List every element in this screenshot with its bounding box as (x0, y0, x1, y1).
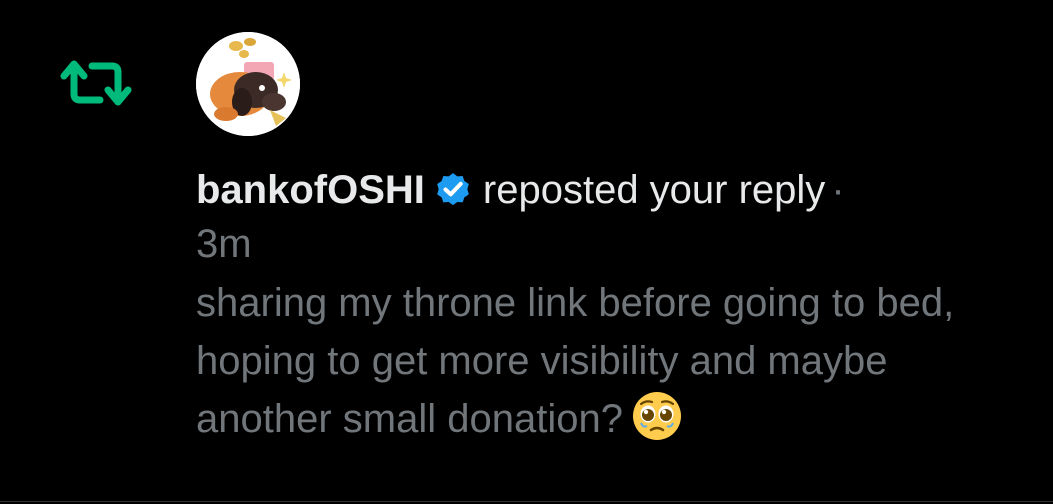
reply-text-body: sharing my throne link before going to b… (196, 281, 955, 441)
divider (0, 501, 1053, 502)
username-link[interactable]: bankofOSHI (196, 168, 425, 212)
avatar[interactable] (196, 32, 300, 136)
notification-action-text: reposted your reply (482, 168, 826, 212)
separator-dot: · (831, 168, 845, 212)
timestamp[interactable]: 3m (196, 218, 1016, 270)
notification-headline: bankofOSHI reposted your reply · (196, 162, 1016, 218)
pleading-face-emoji-icon (631, 390, 683, 442)
repost-notification[interactable]: bankofOSHI reposted your reply · 3m shari… (0, 0, 1053, 504)
verified-badge-icon (433, 169, 473, 209)
avatar-cartoon-dog-icon (196, 32, 300, 136)
repost-icon (60, 58, 132, 108)
reply-text[interactable]: sharing my throne link before going to b… (196, 274, 1016, 448)
notification-content: bankofOSHI reposted your reply · 3m shari… (196, 162, 1016, 448)
